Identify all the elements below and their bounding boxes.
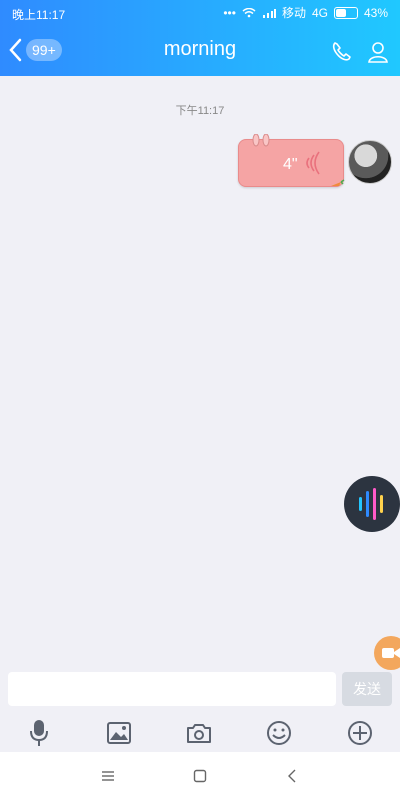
- wifi-icon: [242, 7, 256, 17]
- voice-message-bubble[interactable]: 4": [238, 134, 345, 187]
- nav-back-icon[interactable]: [278, 762, 306, 790]
- bunny-ears-decoration-icon: [252, 134, 270, 147]
- chat-header: 晚上11:17 ••• 移动 4G 43% 99+ morning: [0, 0, 400, 76]
- profile-button[interactable]: [364, 38, 392, 66]
- video-camera-icon: [382, 648, 400, 658]
- carrier-label: 移动: [281, 6, 306, 20]
- sound-bars-icon: [359, 488, 383, 520]
- plus-icon[interactable]: [347, 720, 373, 746]
- floating-voice-button[interactable]: [344, 476, 400, 532]
- avatar[interactable]: [348, 140, 392, 184]
- phone-call-button[interactable]: [328, 38, 356, 66]
- microphone-icon[interactable]: [27, 719, 51, 747]
- battery-percent: 43%: [363, 5, 388, 20]
- composer-row: 发送: [0, 668, 400, 714]
- phone-icon: [332, 42, 351, 61]
- composer-toolbar: [0, 714, 400, 752]
- more-dots-icon: •••: [223, 5, 236, 20]
- profile-icon: [368, 42, 388, 63]
- status-bar: 晚上11:17 ••• 移动 4G 43%: [0, 0, 400, 26]
- carrot-decoration-icon: [331, 179, 345, 186]
- emoji-icon[interactable]: [266, 720, 292, 746]
- system-nav-bar: [0, 752, 400, 800]
- voice-waves-icon: [306, 151, 320, 175]
- floating-video-button[interactable]: [374, 636, 400, 670]
- voice-duration: 4": [283, 156, 298, 173]
- message-timestamp: 下午11:17: [175, 105, 225, 117]
- home-icon[interactable]: [186, 762, 214, 790]
- camera-icon[interactable]: [186, 721, 212, 745]
- menu-icon[interactable]: [94, 762, 122, 790]
- battery-icon: [333, 6, 358, 19]
- status-right: ••• 移动 4G 43%: [223, 4, 388, 21]
- network-label: 4G: [311, 5, 328, 20]
- image-icon[interactable]: [106, 721, 132, 745]
- status-time: 晚上11:17: [12, 8, 66, 22]
- signal-icon: [262, 8, 276, 18]
- send-button[interactable]: 发送: [342, 672, 392, 706]
- message-input[interactable]: [8, 672, 336, 706]
